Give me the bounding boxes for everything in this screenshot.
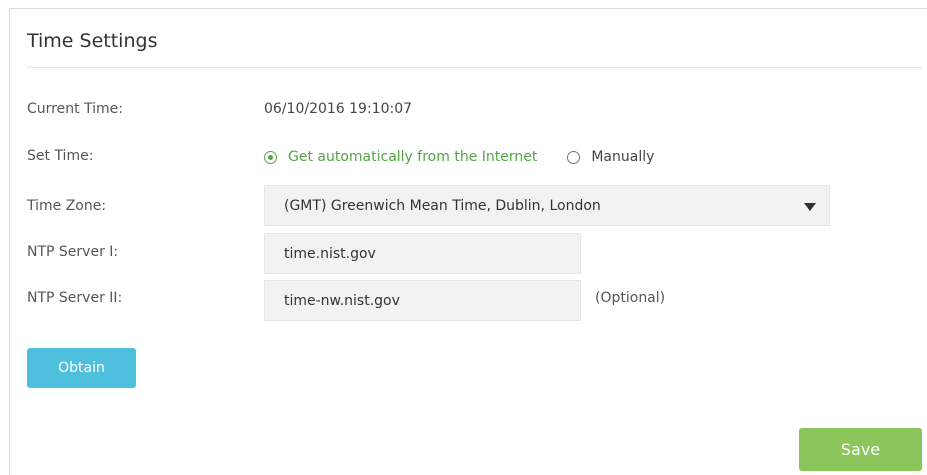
- set-time-radio-group: Get automatically from the Internet Manu…: [264, 147, 654, 167]
- ntp-server-2-label: NTP Server II:: [27, 290, 123, 306]
- radio-checked-icon[interactable]: [264, 150, 277, 164]
- time-zone-select[interactable]: (GMT) Greenwich Mean Time, Dublin, Londo…: [264, 185, 830, 226]
- panel-left-border: [9, 8, 10, 475]
- save-button[interactable]: Save: [799, 428, 922, 471]
- ntp-server-2-input[interactable]: [264, 280, 581, 321]
- ntp-server-2-optional-hint: (Optional): [595, 290, 666, 306]
- section-title: Time Settings: [27, 30, 158, 52]
- ntp-server-1-label: NTP Server I:: [27, 244, 119, 260]
- radio-auto-internet[interactable]: Get automatically from the Internet: [264, 149, 537, 165]
- radio-unchecked-icon[interactable]: [567, 150, 581, 164]
- title-divider: [27, 67, 922, 68]
- time-zone-selected-value[interactable]: (GMT) Greenwich Mean Time, Dublin, Londo…: [284, 198, 601, 214]
- obtain-button[interactable]: Obtain: [27, 348, 136, 388]
- current-time-label: Current Time:: [27, 101, 124, 117]
- time-zone-label: Time Zone:: [27, 198, 107, 214]
- radio-auto-label[interactable]: Get automatically from the Internet: [288, 149, 537, 165]
- set-time-label: Set Time:: [27, 148, 94, 164]
- caret-down-icon[interactable]: [804, 203, 816, 211]
- radio-manually-label[interactable]: Manually: [591, 149, 654, 165]
- ntp-server-1-input[interactable]: [264, 233, 581, 274]
- panel-top-border: [9, 8, 927, 9]
- current-time-value: 06/10/2016 19:10:07: [264, 101, 413, 117]
- radio-manually[interactable]: Manually: [567, 149, 654, 165]
